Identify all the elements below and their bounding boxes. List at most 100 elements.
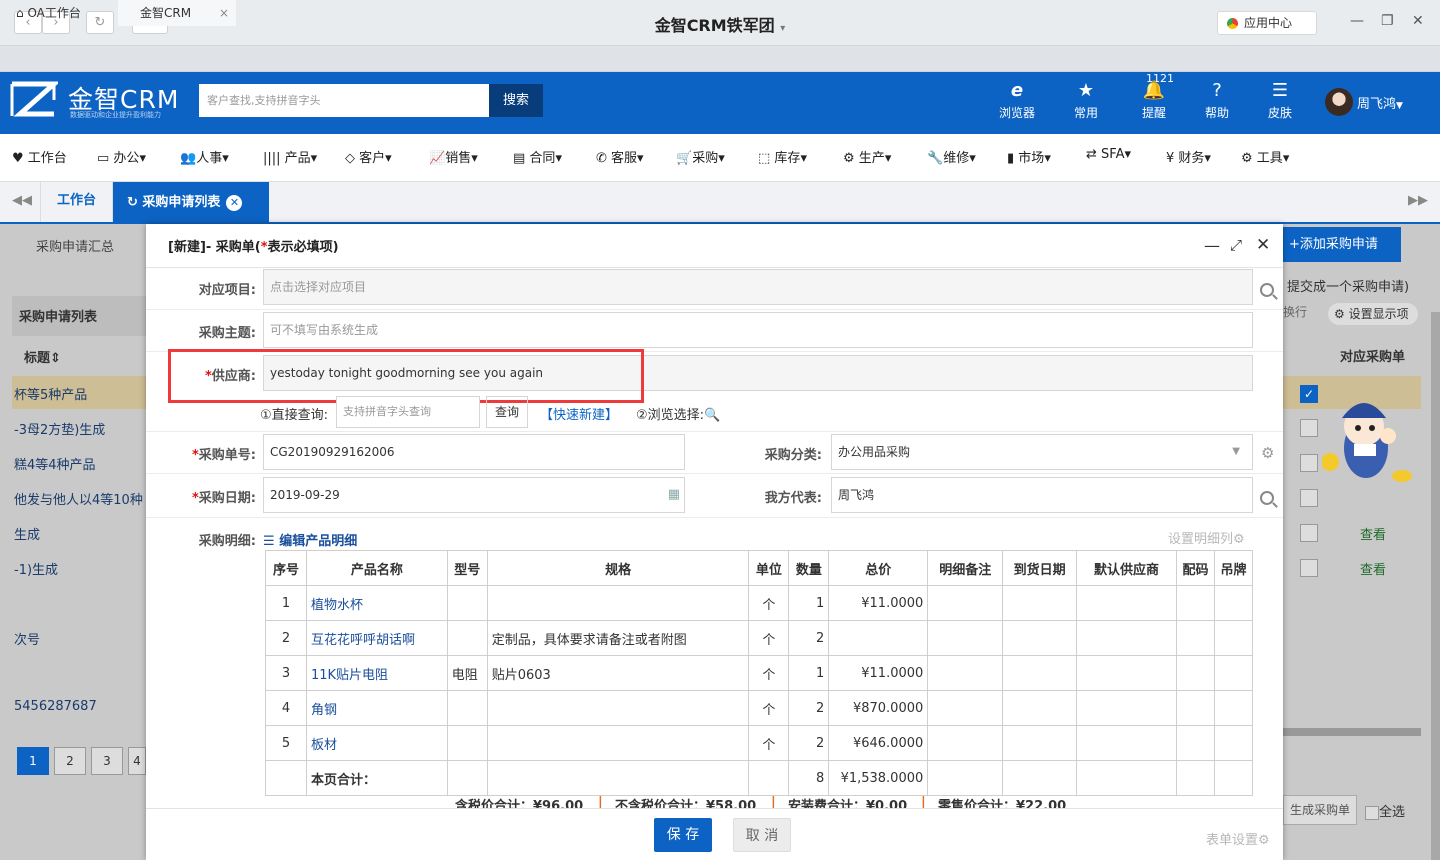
cancel-button[interactable]: 取 消: [733, 818, 791, 852]
scrollbar[interactable]: [1283, 728, 1421, 736]
category-select[interactable]: 办公用品采购 ▼: [831, 434, 1253, 470]
minimize-icon[interactable]: —: [1350, 13, 1364, 29]
tab-purchase-summary[interactable]: 采购申请汇总: [36, 236, 114, 255]
detail-columns-settings[interactable]: 设置明细列⚙: [1168, 528, 1245, 547]
list-item[interactable]: 5456287687: [14, 699, 97, 714]
order-no-input[interactable]: CG20190929162006: [263, 434, 685, 470]
tab-purchase-request-list[interactable]: ↻ 采购申请列表 ✕: [113, 182, 269, 224]
user-menu[interactable]: 周飞鸿▼: [1357, 93, 1403, 112]
reminder-button[interactable]: 🔔 提醒: [1124, 80, 1184, 121]
restore-icon[interactable]: ❐: [1381, 13, 1394, 29]
product-link[interactable]: 板材: [311, 738, 337, 753]
column-title-header[interactable]: 标题⇕: [24, 347, 61, 366]
product-link[interactable]: 角钢: [311, 703, 337, 718]
display-settings-button[interactable]: ⚙ 设置显示项: [1328, 303, 1418, 325]
app-center-button[interactable]: 应用中心: [1217, 11, 1317, 35]
close-icon[interactable]: ✕: [1412, 13, 1424, 29]
select-all-checkbox[interactable]: 全选: [1365, 801, 1405, 820]
maximize-icon[interactable]: ⤢: [1230, 236, 1242, 254]
list-item[interactable]: 杯等5种产品: [14, 384, 87, 403]
row-checkbox[interactable]: [1300, 454, 1318, 472]
row-checkbox[interactable]: [1300, 559, 1318, 577]
supplier-query-input[interactable]: 支持拼音字头查询: [336, 396, 480, 428]
favorites-button[interactable]: ★ 常用: [1056, 80, 1116, 121]
product-link[interactable]: 互花花呼呼胡话啊: [311, 633, 415, 648]
menu-production[interactable]: ⚙ 生产▾: [843, 147, 891, 166]
menu-customer[interactable]: ◇ 客户▾: [345, 147, 392, 166]
form-settings-button[interactable]: 表单设置⚙: [1206, 829, 1270, 848]
product-link[interactable]: 植物水杯: [311, 598, 363, 613]
page-3[interactable]: 3: [91, 747, 123, 775]
row-checkbox[interactable]: [1300, 489, 1318, 507]
save-button[interactable]: 保 存: [654, 818, 712, 852]
detail-table: 序号 产品名称 型号 规格 单位 数量 总价 明细备注 到货日期 默认供应商 配…: [265, 550, 1254, 796]
menu-sfa[interactable]: ⇄ SFA▾: [1086, 147, 1131, 162]
menu-office[interactable]: ▭ 办公▾: [97, 147, 146, 166]
project-input[interactable]: 点击选择对应项目: [263, 269, 1253, 305]
search-button[interactable]: 搜索: [489, 84, 543, 117]
search-icon[interactable]: [1260, 283, 1274, 297]
browser-button[interactable]: e 浏览器: [987, 80, 1047, 121]
close-icon[interactable]: ✕: [1256, 235, 1270, 255]
help-button[interactable]: ? 帮助: [1187, 80, 1247, 121]
menu-contract[interactable]: ▤ 合同▾: [513, 147, 562, 166]
menu-hr[interactable]: 👥人事▾: [180, 147, 229, 166]
skin-button[interactable]: ☰ 皮肤: [1250, 80, 1310, 121]
tab-scroll-left-icon[interactable]: ◀◀: [12, 193, 32, 208]
list-item[interactable]: 生成: [14, 524, 40, 543]
quick-new-link[interactable]: 【快速新建】: [540, 404, 618, 423]
add-purchase-request-button[interactable]: +添加采购申请: [1283, 227, 1401, 262]
view-link[interactable]: 查看: [1360, 559, 1386, 578]
calendar-icon[interactable]: ▦: [668, 478, 680, 512]
row-checkbox[interactable]: [1300, 524, 1318, 542]
menu-service[interactable]: ✆ 客服▾: [596, 147, 644, 166]
list-item[interactable]: -1)生成: [14, 559, 58, 578]
subject-input[interactable]: 可不填写由系统生成: [263, 312, 1253, 348]
view-link[interactable]: 查看: [1360, 524, 1386, 543]
list-item[interactable]: 次号: [14, 629, 40, 648]
chevron-down-icon[interactable]: ▾: [780, 23, 785, 34]
menu-workbench[interactable]: ♥ 工作台: [12, 147, 67, 166]
browser-tab-oa[interactable]: ⌂ OA工作台: [0, 0, 118, 26]
menu-purchase[interactable]: 🛒采购▾: [676, 147, 725, 166]
page-4[interactable]: 4: [128, 747, 146, 775]
product-link[interactable]: 11K贴片电阻: [311, 668, 388, 683]
minimize-icon[interactable]: —: [1204, 236, 1220, 255]
list-item[interactable]: 他发与他人以4等10种: [14, 489, 146, 508]
menu-product[interactable]: |||| 产品▾: [263, 147, 317, 166]
refresh-icon[interactable]: ↻: [127, 195, 142, 210]
list-item[interactable]: 糕4等4种产品: [14, 454, 96, 473]
row-checkbox[interactable]: [1300, 419, 1318, 437]
page-scrollbar[interactable]: [1431, 312, 1440, 860]
browse-select[interactable]: ②浏览选择:🔍: [636, 404, 720, 423]
customer-search-input[interactable]: 客户查找,支持拼音字头: [199, 84, 489, 117]
col-remark: 明细备注: [927, 550, 1004, 586]
close-icon[interactable]: ×: [219, 0, 229, 26]
menu-finance[interactable]: ¥ 财务▾: [1166, 147, 1211, 166]
search-icon[interactable]: 🔍: [704, 408, 720, 423]
query-button[interactable]: 查询: [486, 396, 528, 428]
gear-icon[interactable]: ⚙: [1261, 444, 1274, 462]
tab-workbench[interactable]: 工作台: [40, 182, 113, 222]
page-2[interactable]: 2: [54, 747, 86, 775]
tab-close-icon[interactable]: ✕: [226, 195, 243, 211]
rep-input[interactable]: 周飞鸿: [831, 477, 1253, 513]
avatar[interactable]: [1325, 88, 1353, 116]
page-1[interactable]: 1: [17, 747, 49, 775]
browser-tab-crm[interactable]: 金智CRM ×: [118, 0, 236, 26]
search-icon[interactable]: [1260, 491, 1274, 505]
menu-repair[interactable]: 🔧维修▾: [927, 147, 976, 166]
detail-label: 采购明细:: [198, 534, 256, 549]
menu-inventory[interactable]: ⬚ 库存▾: [758, 147, 807, 166]
list-item[interactable]: -3母2方垫)生成: [14, 419, 105, 438]
gear-icon: ⚙: [1334, 307, 1349, 321]
menu-market[interactable]: ▮ 市场▾: [1007, 147, 1051, 166]
menu-tools[interactable]: ⚙ 工具▾: [1241, 147, 1289, 166]
wrap-button[interactable]: 换行: [1283, 302, 1323, 322]
date-input[interactable]: 2019-09-29 ▦: [263, 477, 685, 513]
menu-sales[interactable]: 📈销售▾: [429, 147, 478, 166]
generate-order-button[interactable]: 生成采购单: [1283, 795, 1357, 825]
edit-detail-link[interactable]: ☰ 编辑产品明细: [263, 530, 357, 549]
tab-scroll-right-icon[interactable]: ▶▶: [1408, 193, 1428, 208]
row-checkbox[interactable]: ✓: [1300, 385, 1318, 403]
